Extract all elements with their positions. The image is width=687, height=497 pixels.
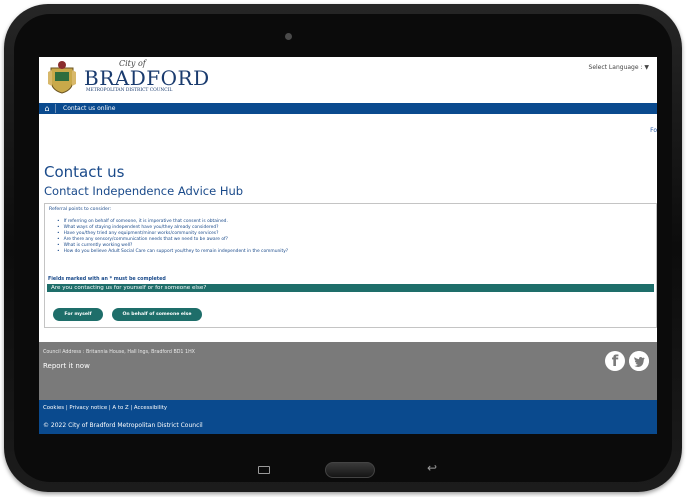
footer-links[interactable]: Cookies | Privacy notice | A to Z | Acce… bbox=[43, 405, 167, 411]
footer-info: Council Address : Britannia House, Hall … bbox=[39, 342, 657, 400]
for-myself-button[interactable]: For myself bbox=[53, 308, 103, 321]
house-icon[interactable]: ⌂ bbox=[42, 104, 52, 113]
required-fields-note: Fields marked with an * must be complete… bbox=[48, 277, 166, 282]
referral-list: If referring on behalf of someone, it is… bbox=[57, 219, 289, 256]
language-select[interactable]: Select Language : ▼ bbox=[589, 64, 649, 71]
council-address: Council Address : Britannia House, Hall … bbox=[43, 350, 195, 355]
bradford-crest-icon[interactable] bbox=[47, 60, 77, 94]
page-title: Contact us bbox=[44, 163, 125, 181]
question-bar: Are you contacting us for yourself or fo… bbox=[47, 284, 654, 292]
referral-title: Referral points to consider: bbox=[49, 207, 112, 212]
front-camera bbox=[285, 33, 292, 40]
site-header: City of BRADFORD METROPOLITAN DISTRICT C… bbox=[39, 57, 657, 101]
back-icon[interactable]: ↩ bbox=[424, 461, 440, 475]
footer-bottom: Cookies | Privacy notice | A to Z | Acce… bbox=[39, 400, 657, 434]
recent-apps-icon[interactable] bbox=[258, 466, 270, 474]
nav-divider bbox=[55, 104, 56, 113]
on-behalf-button[interactable]: On behalf of someone else bbox=[112, 308, 202, 321]
browser-screen: City of BRADFORD METROPOLITAN DISTRICT C… bbox=[39, 57, 657, 434]
contact-form-panel: Referral points to consider: If referrin… bbox=[44, 203, 657, 328]
nav-bar: ⌂ Contact us online bbox=[39, 103, 657, 114]
copyright: © 2022 City of Bradford Metropolitan Dis… bbox=[43, 422, 203, 429]
report-it-now-link[interactable]: Report it now bbox=[43, 362, 90, 370]
logo-council-subtitle: METROPOLITAN DISTRICT COUNCIL bbox=[86, 88, 173, 93]
page-subtitle: Contact Independence Advice Hub bbox=[44, 184, 244, 198]
facebook-icon[interactable]: f bbox=[605, 351, 625, 371]
logo-bradford[interactable]: BRADFORD bbox=[84, 66, 210, 90]
nav-link-contact-online[interactable]: Contact us online bbox=[63, 105, 115, 112]
twitter-icon[interactable] bbox=[629, 351, 649, 371]
home-button[interactable] bbox=[325, 462, 375, 478]
referral-point: How do you believe Adult Social Care can… bbox=[57, 249, 289, 255]
corner-link[interactable]: Fo bbox=[650, 127, 657, 134]
